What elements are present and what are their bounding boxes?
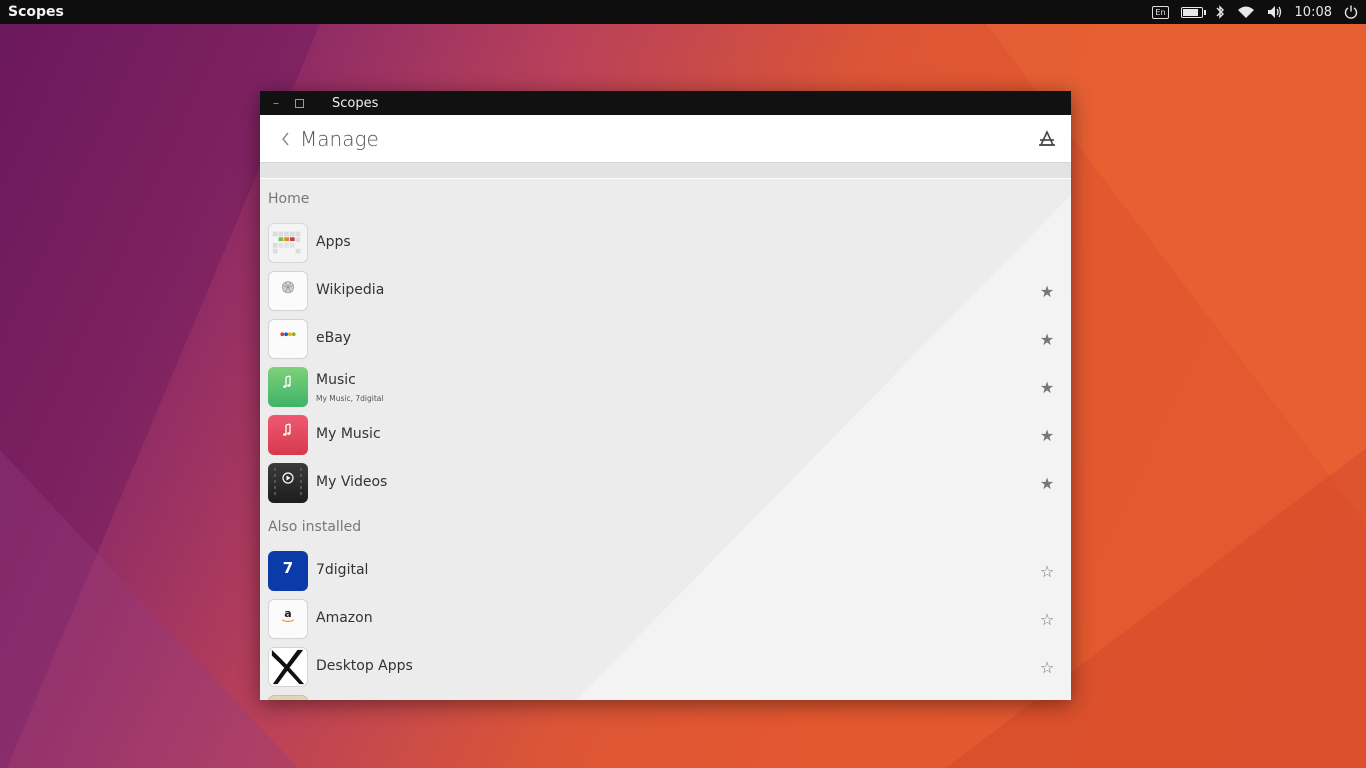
scope-row-apps[interactable]: Apps [260, 219, 1071, 267]
window-titlebar[interactable]: – Scopes [260, 91, 1071, 115]
page-header: Manage [260, 115, 1071, 163]
battery-icon[interactable] [1180, 6, 1206, 18]
scope-name: 7digital [316, 562, 369, 578]
scope-name: My Videos [316, 474, 388, 490]
scope-name: My Music [316, 426, 381, 442]
favorite-star-icon[interactable]: ★ [1037, 425, 1057, 445]
page-title: Manage [300, 126, 379, 151]
favorite-star-outline-icon[interactable]: ☆ [1037, 561, 1057, 581]
network-icon[interactable] [1237, 5, 1255, 19]
wikipedia-icon [268, 271, 308, 311]
scope-name: Apps [316, 234, 351, 250]
indicator-area: En 10:08 [1152, 4, 1358, 20]
scopes-window: – Scopes Manage Home Apps Wikipedia ★ eB… [260, 91, 1071, 700]
back-button[interactable] [276, 127, 296, 151]
my-music-icon [268, 415, 308, 455]
scope-icon [268, 695, 308, 700]
amazon-logo-glyph: a [284, 606, 292, 620]
scope-name: Desktop Apps [316, 658, 413, 674]
desktop-apps-icon [268, 647, 308, 687]
scope-row-7digital[interactable]: 7 7digital ☆ [260, 547, 1071, 595]
scope-row-wikipedia[interactable]: Wikipedia ★ [260, 267, 1071, 315]
scope-row-music[interactable]: Music My Music, 7digital ★ [260, 363, 1071, 411]
section-header-home: Home [268, 191, 310, 207]
wallpaper-shape [0, 450, 300, 768]
scope-name: Music [316, 372, 356, 388]
top-panel: Scopes En 10:08 [0, 0, 1366, 24]
scope-name: Amazon [316, 610, 373, 626]
keyboard-icon[interactable]: En [1152, 5, 1169, 19]
maximize-button[interactable] [291, 95, 307, 111]
favorite-star-icon[interactable]: ★ [1037, 281, 1057, 301]
power-icon[interactable] [1344, 5, 1358, 19]
favorite-star-icon[interactable]: ★ [1037, 377, 1057, 397]
scope-name: Wikipedia [316, 282, 385, 298]
scope-row-amazon[interactable]: a Amazon ☆ [260, 595, 1071, 643]
my-videos-icon [268, 463, 308, 503]
chevron-left-icon [282, 132, 289, 146]
ebay-icon [268, 319, 308, 359]
7digital-icon: 7 [268, 551, 308, 591]
store-button[interactable] [1037, 129, 1057, 149]
store-icon [1039, 130, 1055, 146]
window-title: Scopes [332, 95, 379, 111]
amazon-icon: a [268, 599, 308, 639]
bluetooth-icon[interactable] [1215, 4, 1225, 20]
scope-row-partial[interactable] [260, 691, 1071, 700]
scope-row-desktop-apps[interactable]: Desktop Apps ☆ [260, 643, 1071, 691]
focused-app-name: Scopes [8, 4, 64, 20]
minimize-button[interactable]: – [268, 95, 284, 111]
7digital-logo-glyph: 7 [282, 559, 294, 577]
favorite-star-outline-icon[interactable]: ☆ [1037, 657, 1057, 677]
favorite-star-icon[interactable]: ★ [1037, 473, 1057, 493]
scope-subtitle: My Music, 7digital [316, 394, 384, 403]
volume-icon[interactable] [1267, 5, 1283, 19]
music-icon [268, 367, 308, 407]
favorite-star-outline-icon[interactable]: ☆ [1037, 609, 1057, 629]
header-divider-bar [260, 163, 1071, 178]
scope-name: eBay [316, 330, 352, 346]
clock[interactable]: 10:08 [1295, 5, 1332, 20]
scope-row-ebay[interactable]: eBay ★ [260, 315, 1071, 363]
favorite-star-icon[interactable]: ★ [1037, 329, 1057, 349]
section-header-also-installed: Also installed [268, 519, 362, 535]
scope-row-my-music[interactable]: My Music ★ [260, 411, 1071, 459]
apps-icon [268, 223, 308, 263]
scope-row-my-videos[interactable]: My Videos ★ [260, 459, 1071, 507]
scope-list[interactable]: Home Apps Wikipedia ★ eBay ★ Music My Mu… [260, 179, 1071, 700]
